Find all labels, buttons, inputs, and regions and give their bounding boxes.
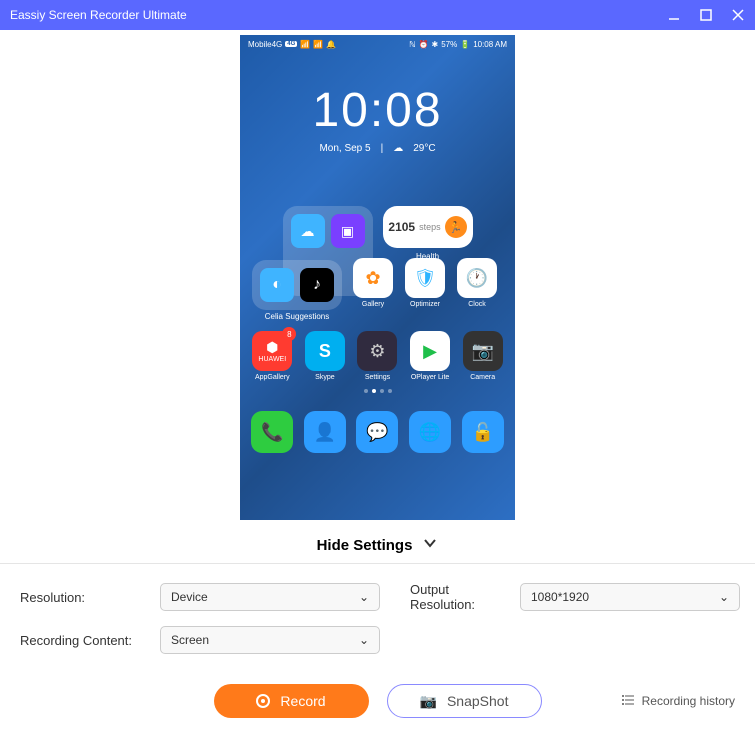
dock-messages[interactable]: 💬 [356, 411, 398, 453]
compass-icon: ◐ [260, 268, 294, 302]
toggle-settings-button[interactable]: Hide Settings [0, 525, 755, 563]
chevron-down-icon: ⌄ [719, 590, 729, 604]
battery-icon: 🔋 [460, 40, 470, 49]
app-camera[interactable]: 📷Camera [457, 331, 509, 381]
folder-label: Celia Suggestions [252, 312, 342, 321]
clock-time: 10:08 [240, 83, 515, 138]
weather-icon: ☁ [393, 143, 403, 154]
app-gallery[interactable]: ✿Gallery [347, 258, 399, 308]
bottom-bar: Record 📷 SnapShot Recording history [0, 672, 755, 730]
dock-browser[interactable]: 🌐 [409, 411, 451, 453]
signal-icon: 📶 [300, 40, 310, 49]
alarm-icon: ⏰ [419, 40, 429, 49]
settings-panel: Resolution: Device ⌄ Output Resolution: … [0, 563, 755, 672]
preview-area: Mobile4G 4G 📶 📶 🔔 ℕ ⏰ ✱ 57% 🔋 10:08 AM 1… [0, 30, 755, 525]
lockscreen-clock: 10:08 Mon, Sep 5 | ☁ 29°C [240, 83, 515, 154]
list-icon [622, 693, 636, 710]
minimize-button[interactable] [667, 8, 681, 22]
clock-date: Mon, Sep 5 [319, 143, 370, 154]
app-row-2: 8⬢HUAWEIAppGallery SSkype ⚙Settings ▶OPl… [240, 331, 515, 381]
recording-history-link[interactable]: Recording history [622, 693, 735, 710]
wifi-icon: 📶 [313, 40, 323, 49]
recording-content-label: Recording Content: [20, 633, 150, 648]
app-optimizer[interactable]: 🛡Optimizer [399, 258, 451, 308]
carrier-label: Mobile4G [248, 40, 282, 49]
phone-statusbar: Mobile4G 4G 📶 📶 🔔 ℕ ⏰ ✱ 57% 🔋 10:08 AM [240, 35, 515, 53]
cloud-icon: ☁ [291, 214, 325, 248]
clock-temp: 29°C [413, 143, 435, 154]
phone-dock: 📞 👤 💬 🌐 🔓 [240, 411, 515, 453]
chevron-down-icon: ⌄ [359, 633, 369, 647]
output-resolution-label: Output Resolution: [410, 582, 510, 612]
snapshot-button[interactable]: 📷 SnapShot [387, 684, 542, 718]
app-appgallery[interactable]: 8⬢HUAWEIAppGallery [246, 331, 298, 381]
network-badge: 4G [285, 41, 297, 47]
nfc-icon: ℕ [409, 40, 415, 49]
statusbar-time: 10:08 AM [473, 40, 507, 49]
recording-content-select[interactable]: Screen ⌄ [160, 626, 380, 654]
health-widget[interactable]: 2105 steps 🏃 [383, 206, 473, 248]
chevron-down-icon [422, 535, 438, 555]
close-button[interactable] [731, 8, 745, 22]
page-indicator[interactable] [240, 389, 515, 393]
titlebar: Eassiy Screen Recorder Ultimate [0, 0, 755, 30]
camera-icon: 📷 [420, 693, 437, 710]
dock-phone[interactable]: 📞 [251, 411, 293, 453]
app-oplayer[interactable]: ▶OPlayer Lite [404, 331, 456, 381]
suggestions-lower[interactable]: ◐ ♪ [252, 260, 342, 310]
app-clock[interactable]: 🕐Clock [451, 258, 503, 308]
screen-icon: ▣ [331, 214, 365, 248]
resolution-select[interactable]: Device ⌄ [160, 583, 380, 611]
record-icon [256, 694, 270, 708]
output-resolution-select[interactable]: 1080*1920 ⌄ [520, 583, 740, 611]
app-settings[interactable]: ⚙Settings [351, 331, 403, 381]
app-title: Eassiy Screen Recorder Ultimate [10, 8, 187, 22]
maximize-button[interactable] [699, 8, 713, 22]
dock-lock[interactable]: 🔓 [462, 411, 504, 453]
bell-icon: 🔔 [326, 40, 336, 49]
dock-contacts[interactable]: 👤 [304, 411, 346, 453]
phone-mirror[interactable]: Mobile4G 4G 📶 📶 🔔 ℕ ⏰ ✱ 57% 🔋 10:08 AM 1… [240, 35, 515, 520]
resolution-label: Resolution: [20, 590, 150, 605]
tiktok-icon: ♪ [300, 268, 334, 302]
step-count: 2105 [388, 220, 415, 234]
app-skype[interactable]: SSkype [299, 331, 351, 381]
step-unit: steps [419, 222, 441, 232]
bluetooth-icon: ✱ [432, 40, 439, 49]
toggle-label: Hide Settings [317, 537, 413, 554]
running-icon: 🏃 [445, 216, 467, 238]
chevron-down-icon: ⌄ [359, 590, 369, 604]
record-button[interactable]: Record [214, 684, 369, 718]
battery-percent: 57% [441, 40, 457, 49]
